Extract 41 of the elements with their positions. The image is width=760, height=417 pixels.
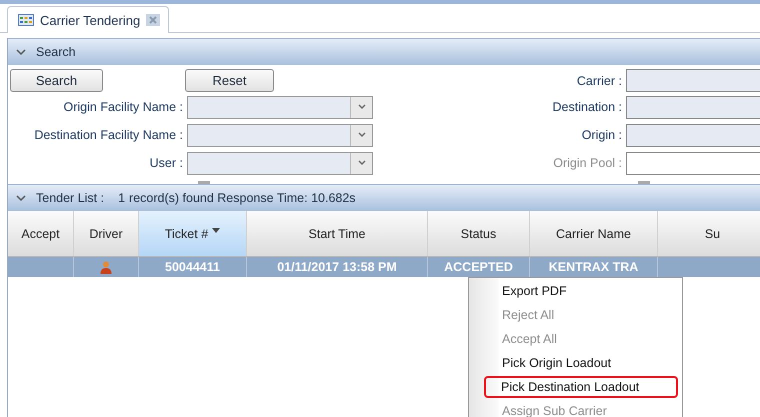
tab[interactable]: Carrier Tendering (7, 6, 170, 33)
input-field[interactable] (626, 96, 760, 118)
panel-title: Search (36, 45, 76, 59)
panel-title: Tender List : (36, 191, 104, 205)
field-label: Origin Facility Name : (62, 100, 184, 114)
record-count: 1 (118, 191, 126, 205)
input-field[interactable] (626, 69, 760, 92)
menu-item[interactable]: Export PDF (493, 280, 678, 302)
response-summary: record(s) found Response Time: 10.682s (129, 191, 356, 205)
field-label: User : (148, 156, 184, 170)
tab-title: Carrier Tendering (40, 12, 140, 28)
sort-icon (212, 228, 220, 233)
column-header[interactable]: Accept (8, 211, 74, 256)
search-panel-header[interactable]: Search (8, 38, 760, 65)
column-header[interactable]: Carrier Name (530, 211, 658, 256)
caret-icon (358, 160, 366, 166)
close-icon[interactable] (146, 14, 160, 26)
column-header[interactable]: Status (428, 211, 530, 256)
dropdown-field[interactable] (187, 96, 373, 118)
table-cell: 50044411 (139, 257, 247, 277)
column-header[interactable]: Start Time (247, 211, 428, 256)
column-header[interactable]: Su (658, 211, 760, 256)
dropdown-field[interactable] (187, 152, 373, 174)
person-icon (100, 260, 112, 274)
field-label: Carrier : (576, 74, 623, 88)
menu-item[interactable]: Pick Destination Loadout (484, 376, 678, 398)
dropdown-field[interactable] (187, 124, 373, 146)
field-label: Origin : (580, 128, 623, 142)
column-header[interactable]: Ticket # (139, 211, 247, 256)
field-label: Destination Facility Name : (33, 128, 184, 142)
reset-button[interactable]: Reset (185, 69, 274, 92)
field-label: Destination : (552, 100, 623, 114)
caret-icon (358, 104, 366, 110)
table-cell: 01/11/2017 13:58 PM (247, 257, 428, 277)
grid-icon (18, 14, 34, 26)
caret-icon (358, 132, 366, 138)
field-label: Origin Pool : (552, 156, 623, 170)
input-field[interactable] (626, 124, 760, 146)
input-field[interactable] (626, 152, 760, 174)
menu-item[interactable]: Pick Origin Loadout (493, 352, 678, 374)
search-button[interactable]: Search (10, 69, 103, 92)
